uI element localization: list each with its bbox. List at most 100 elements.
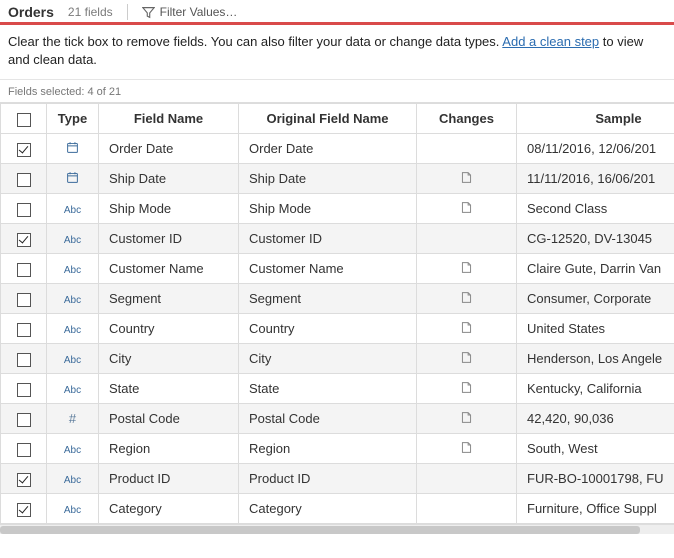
field-name-cell[interactable]: State: [99, 374, 239, 404]
row-checkbox-cell: [1, 164, 47, 194]
filter-values-button[interactable]: Filter Values…: [142, 5, 238, 19]
table-row: AbcCustomer IDCustomer IDCG-12520, DV-13…: [1, 224, 674, 254]
changes-cell: [417, 164, 517, 194]
row-checkbox-cell: [1, 314, 47, 344]
row-checkbox[interactable]: [17, 233, 31, 247]
original-field-name-cell: Category: [239, 494, 417, 524]
header-changes[interactable]: Changes: [417, 104, 517, 134]
header-original-field-name[interactable]: Original Field Name: [239, 104, 417, 134]
table-row: AbcCategoryCategoryFurniture, Office Sup…: [1, 494, 674, 524]
row-checkbox[interactable]: [17, 443, 31, 457]
header-bar: Orders 21 fields Filter Values…: [0, 0, 674, 25]
changes-cell: [417, 404, 517, 434]
abc-icon: Abc: [64, 355, 81, 366]
row-checkbox[interactable]: [17, 293, 31, 307]
sample-cell: South, West: [517, 434, 674, 464]
changes-cell: [417, 434, 517, 464]
field-name-cell[interactable]: Segment: [99, 284, 239, 314]
row-type-cell[interactable]: Abc: [47, 224, 99, 254]
abc-icon: Abc: [64, 325, 81, 336]
sample-cell: 11/11/2016, 16/06/201: [517, 164, 674, 194]
table-header-row: Type Field Name Original Field Name Chan…: [1, 104, 674, 134]
field-name-cell[interactable]: Region: [99, 434, 239, 464]
select-all-checkbox[interactable]: [17, 113, 31, 127]
original-field-name-cell: Customer Name: [239, 254, 417, 284]
field-name-cell[interactable]: Order Date: [99, 134, 239, 164]
row-checkbox-cell: [1, 434, 47, 464]
row-checkbox[interactable]: [17, 413, 31, 427]
fields-selected-label: Fields selected: 4 of 21: [0, 80, 674, 102]
row-type-cell[interactable]: [47, 164, 99, 194]
row-type-cell[interactable]: Abc: [47, 344, 99, 374]
sample-cell: FUR-BO-10001798, FU: [517, 464, 674, 494]
header-type[interactable]: Type: [47, 104, 99, 134]
fields-table: Type Field Name Original Field Name Chan…: [0, 103, 674, 524]
change-indicator-icon: [460, 261, 473, 274]
add-clean-step-link[interactable]: Add a clean step: [502, 34, 599, 49]
original-field-name-cell: State: [239, 374, 417, 404]
field-name-cell[interactable]: City: [99, 344, 239, 374]
field-name-cell[interactable]: Product ID: [99, 464, 239, 494]
table-title: Orders: [8, 4, 54, 20]
row-checkbox[interactable]: [17, 473, 31, 487]
row-checkbox-cell: [1, 494, 47, 524]
row-type-cell[interactable]: Abc: [47, 464, 99, 494]
row-checkbox[interactable]: [17, 323, 31, 337]
sample-cell: Consumer, Corporate: [517, 284, 674, 314]
change-indicator-icon: [460, 291, 473, 304]
sample-cell: CG-12520, DV-13045: [517, 224, 674, 254]
row-type-cell[interactable]: #: [47, 404, 99, 434]
row-checkbox[interactable]: [17, 383, 31, 397]
change-indicator-icon: [460, 201, 473, 214]
abc-icon: Abc: [64, 265, 81, 276]
row-type-cell[interactable]: Abc: [47, 254, 99, 284]
row-checkbox[interactable]: [17, 353, 31, 367]
original-field-name-cell: City: [239, 344, 417, 374]
header-sample[interactable]: Sample: [517, 104, 674, 134]
table-row: Ship DateShip Date11/11/2016, 16/06/201: [1, 164, 674, 194]
info-message: Clear the tick box to remove fields. You…: [0, 25, 674, 80]
sample-cell: 42,420, 90,036: [517, 404, 674, 434]
change-indicator-icon: [460, 441, 473, 454]
header-checkbox-cell: [1, 104, 47, 134]
abc-icon: Abc: [64, 235, 81, 246]
row-type-cell[interactable]: Abc: [47, 194, 99, 224]
field-name-cell[interactable]: Postal Code: [99, 404, 239, 434]
sample-cell: Second Class: [517, 194, 674, 224]
original-field-name-cell: Ship Mode: [239, 194, 417, 224]
abc-icon: Abc: [64, 505, 81, 516]
field-name-cell[interactable]: Category: [99, 494, 239, 524]
row-type-cell[interactable]: Abc: [47, 434, 99, 464]
funnel-icon: [142, 6, 155, 19]
field-name-cell[interactable]: Customer ID: [99, 224, 239, 254]
row-checkbox[interactable]: [17, 263, 31, 277]
changes-cell: [417, 134, 517, 164]
field-name-cell[interactable]: Customer Name: [99, 254, 239, 284]
sample-cell: Kentucky, California: [517, 374, 674, 404]
row-checkbox[interactable]: [17, 203, 31, 217]
header-field-name[interactable]: Field Name: [99, 104, 239, 134]
table-row: AbcRegionRegionSouth, West: [1, 434, 674, 464]
row-type-cell[interactable]: Abc: [47, 374, 99, 404]
horizontal-scrollbar[interactable]: [0, 524, 674, 534]
row-type-cell[interactable]: [47, 134, 99, 164]
fields-table-scroll[interactable]: Type Field Name Original Field Name Chan…: [0, 102, 674, 524]
changes-cell: [417, 374, 517, 404]
table-row: AbcCountryCountryUnited States: [1, 314, 674, 344]
row-checkbox[interactable]: [17, 173, 31, 187]
field-name-cell[interactable]: Ship Mode: [99, 194, 239, 224]
row-type-cell[interactable]: Abc: [47, 494, 99, 524]
abc-icon: Abc: [64, 295, 81, 306]
field-name-cell[interactable]: Country: [99, 314, 239, 344]
table-row: AbcSegmentSegmentConsumer, Corporate: [1, 284, 674, 314]
row-checkbox[interactable]: [17, 143, 31, 157]
scrollbar-thumb[interactable]: [0, 526, 640, 534]
row-type-cell[interactable]: Abc: [47, 284, 99, 314]
row-checkbox-cell: [1, 194, 47, 224]
field-name-cell[interactable]: Ship Date: [99, 164, 239, 194]
row-type-cell[interactable]: Abc: [47, 314, 99, 344]
row-checkbox-cell: [1, 374, 47, 404]
changes-cell: [417, 224, 517, 254]
abc-icon: Abc: [64, 445, 81, 456]
row-checkbox[interactable]: [17, 503, 31, 517]
